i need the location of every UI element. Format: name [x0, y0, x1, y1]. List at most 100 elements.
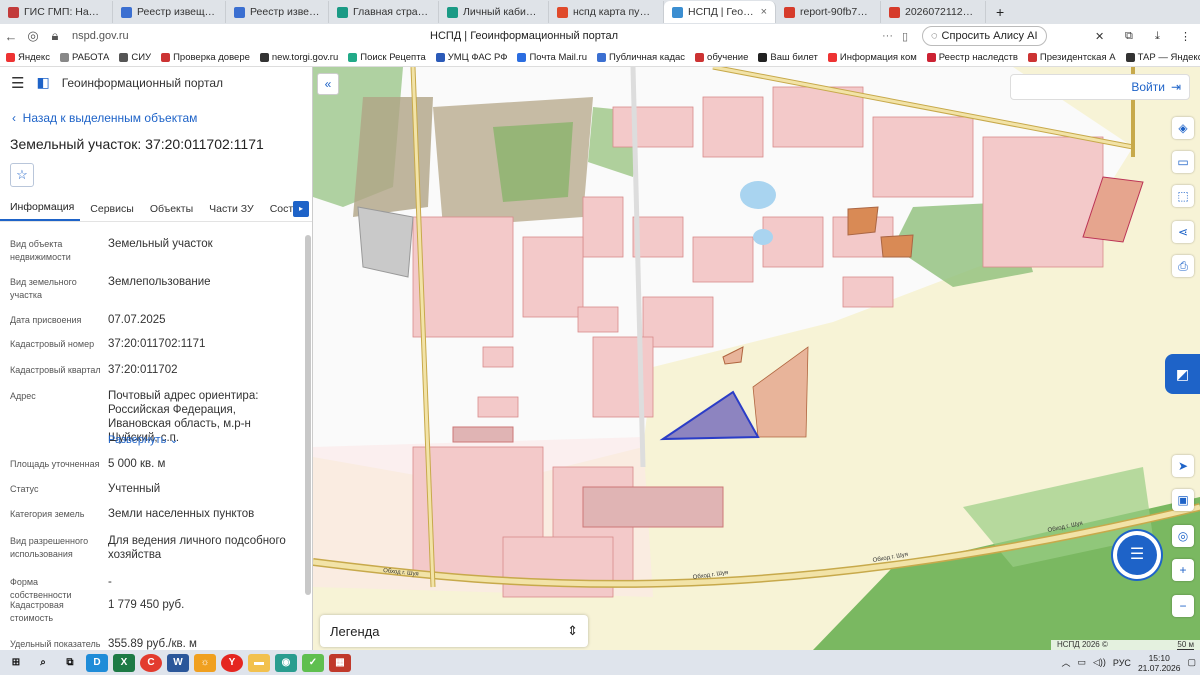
browser-tab[interactable]: Главная страница — [329, 1, 439, 23]
layers-button[interactable]: ◈ — [1172, 117, 1194, 139]
collapse-panel-button[interactable]: « — [317, 73, 339, 95]
bookmark-item[interactable]: Проверка довере — [161, 52, 250, 63]
bookmark-item[interactable]: Президентская А — [1027, 51, 1116, 63]
chat-icon: ☰ — [1129, 546, 1145, 563]
select-area-icon: ⬚ — [1177, 189, 1189, 203]
chevron-up-icon[interactable]: ︿ — [1061, 656, 1070, 669]
bookmark-icon — [926, 52, 936, 62]
download-icon[interactable]: ⤓ — [1155, 30, 1160, 43]
map-view[interactable]: Обход г. Шуя Обход г. Шуя Обход г. Шуя О… — [313, 67, 1200, 650]
tabs-next-button[interactable]: ▸ — [293, 201, 309, 217]
bookmark-item[interactable]: Почта Mail.ru — [517, 52, 587, 63]
close-tab-icon[interactable]: × — [761, 6, 767, 18]
info-tab[interactable]: Сервисы — [80, 203, 140, 221]
zoom-in-button[interactable]: + — [1172, 559, 1194, 581]
geolocation-button[interactable]: ➤ — [1172, 455, 1194, 477]
favorite-button[interactable]: ☆ — [10, 163, 34, 187]
share-button[interactable]: ⋖ — [1172, 221, 1194, 243]
bookmark-icon[interactable]: ▯ — [902, 30, 908, 43]
info-tab[interactable]: Информация — [0, 201, 81, 221]
star-icon: ☆ — [16, 167, 28, 182]
tab-label: 20260721125537.pdf — [905, 6, 977, 18]
bookmark-item[interactable]: СИУ — [119, 52, 151, 63]
volume-icon[interactable]: ◁)) — [1093, 657, 1106, 668]
tab-favicon-icon — [337, 6, 348, 18]
bookmark-label: Президентская А — [1039, 51, 1116, 63]
bookmark-item[interactable]: Поиск Рецепта — [348, 52, 426, 63]
expand-label: Развернуть — [108, 434, 167, 446]
bookmark-item[interactable]: new.torgi.gov.ru — [259, 51, 339, 63]
bookmark-icon — [435, 52, 445, 62]
app-d-icon[interactable]: D — [86, 653, 108, 672]
selected-parcel[interactable] — [659, 390, 760, 441]
location-button[interactable]: ◎ — [1172, 525, 1194, 547]
info-tab[interactable]: Части ЗУ — [199, 203, 260, 221]
browser-tab[interactable]: Личный кабинет — [439, 1, 549, 23]
file-explorer-icon[interactable]: ▬ — [248, 653, 270, 672]
windows-start-icon[interactable]: ⊞ — [5, 654, 27, 672]
browser-tab[interactable]: Реестр извещений — [113, 1, 226, 23]
language-indicator[interactable]: РУС — [1113, 658, 1131, 668]
field-label: Кадастровая стоимость — [10, 600, 64, 623]
bookmark-icon — [596, 52, 606, 62]
side-widget-button[interactable]: ◩ — [1165, 354, 1200, 394]
back-arrow-icon[interactable]: ← — [0, 29, 22, 44]
app-green-icon[interactable]: ✓ — [302, 653, 324, 672]
bookmark-item[interactable]: Ваш билет — [758, 52, 818, 63]
browser-tab[interactable]: Реестр извещений — [226, 1, 329, 23]
login-button[interactable]: Войти ⇥ — [1010, 74, 1190, 100]
new-tab-button[interactable]: + — [986, 4, 1014, 20]
yandex-browser-icon[interactable]: Y — [221, 653, 243, 672]
app-red-icon[interactable]: ▦ — [329, 653, 351, 672]
zoom-out-button[interactable]: − — [1172, 595, 1194, 617]
search-icon[interactable]: ⌕ — [32, 654, 54, 672]
more-icon[interactable]: ··· — [882, 30, 893, 42]
app-teal-icon[interactable]: ◉ — [275, 653, 297, 672]
back-link[interactable]: ‹ Назад к выделенным объектам — [12, 111, 197, 125]
chat-button[interactable]: ☰ — [1117, 535, 1157, 575]
bookmark-label: Почта Mail.ru — [529, 51, 587, 63]
browser-tab[interactable]: нспд карта публична — [549, 1, 664, 23]
bookmark-item[interactable]: Публичная кадас — [596, 52, 685, 63]
bookmark-item[interactable]: Яндекс — [6, 52, 50, 63]
chrome-icon[interactable]: C — [140, 653, 162, 672]
clock[interactable]: 15:10 21.07.2026 — [1138, 653, 1181, 673]
menu-icon[interactable]: ⋮ — [1180, 30, 1191, 43]
bookmark-label: СИУ — [131, 51, 152, 63]
bookmark-label: new.torgi.gov.ru — [271, 51, 339, 63]
hamburger-menu-icon[interactable]: ☰ — [11, 74, 24, 92]
browser-tab[interactable]: 20260721125537.pdf — [881, 1, 986, 23]
bookmark-item[interactable]: ТАР — Яндекс.Ди — [1125, 52, 1200, 63]
expand-link[interactable]: Развернуть ⌄ — [108, 433, 179, 446]
alice-button[interactable]: ◌ Спросить Алису AI — [922, 26, 1047, 46]
tab-label: Реестр извещений — [250, 6, 320, 18]
notifications-icon[interactable]: ▢ — [1187, 657, 1196, 668]
legend-panel[interactable]: Легенда ⇕ — [320, 615, 588, 647]
address-bar[interactable]: nspd.gov.ru — [72, 30, 129, 42]
scrollbar[interactable] — [305, 235, 311, 595]
puzzle-icon[interactable]: ⧉ — [1125, 30, 1133, 43]
browser-tab[interactable]: ГИС ГМП: Начислени — [0, 1, 113, 23]
excel-icon[interactable]: X — [113, 653, 135, 672]
basemap-button[interactable]: ▣ — [1172, 489, 1194, 511]
bookmark-item[interactable]: Реестр наследств — [926, 52, 1018, 63]
bookmark-item[interactable]: обучение — [695, 52, 748, 63]
word-icon[interactable]: W — [167, 653, 189, 672]
select-area-button[interactable]: ⬚ — [1172, 185, 1194, 207]
extensions-icon[interactable]: ✕ — [1095, 30, 1104, 43]
browser-tab[interactable]: report-90fb7bbf-b1f8 — [776, 1, 881, 23]
browser-tab[interactable]: НСПД | Геоинформ × — [664, 1, 776, 23]
shield-icon[interactable]: ◎ — [22, 28, 44, 44]
bookmark-item[interactable]: РАБОТА — [59, 51, 110, 63]
print-button[interactable]: ⎙ — [1172, 255, 1194, 277]
bookmarks-bar: Яндекс РАБОТА СИУ Проверка довере new.torgi.… — [0, 48, 1200, 67]
bookmark-item[interactable]: УМЦ ФАС РФ — [435, 52, 507, 63]
sun-app-icon[interactable]: ☼ — [194, 653, 216, 672]
bookmark-item[interactable]: Информация ком — [827, 52, 917, 63]
network-icon[interactable]: ▭ — [1077, 657, 1086, 668]
bookmark-label: РАБОТА — [71, 51, 110, 63]
map-canvas[interactable]: Обход г. Шуя Обход г. Шуя Обход г. Шуя О… — [313, 67, 1200, 650]
task-view-icon[interactable]: ⧉ — [59, 654, 81, 672]
ruler-button[interactable]: ▭ — [1172, 151, 1194, 173]
info-tab[interactable]: Объекты — [140, 203, 199, 221]
